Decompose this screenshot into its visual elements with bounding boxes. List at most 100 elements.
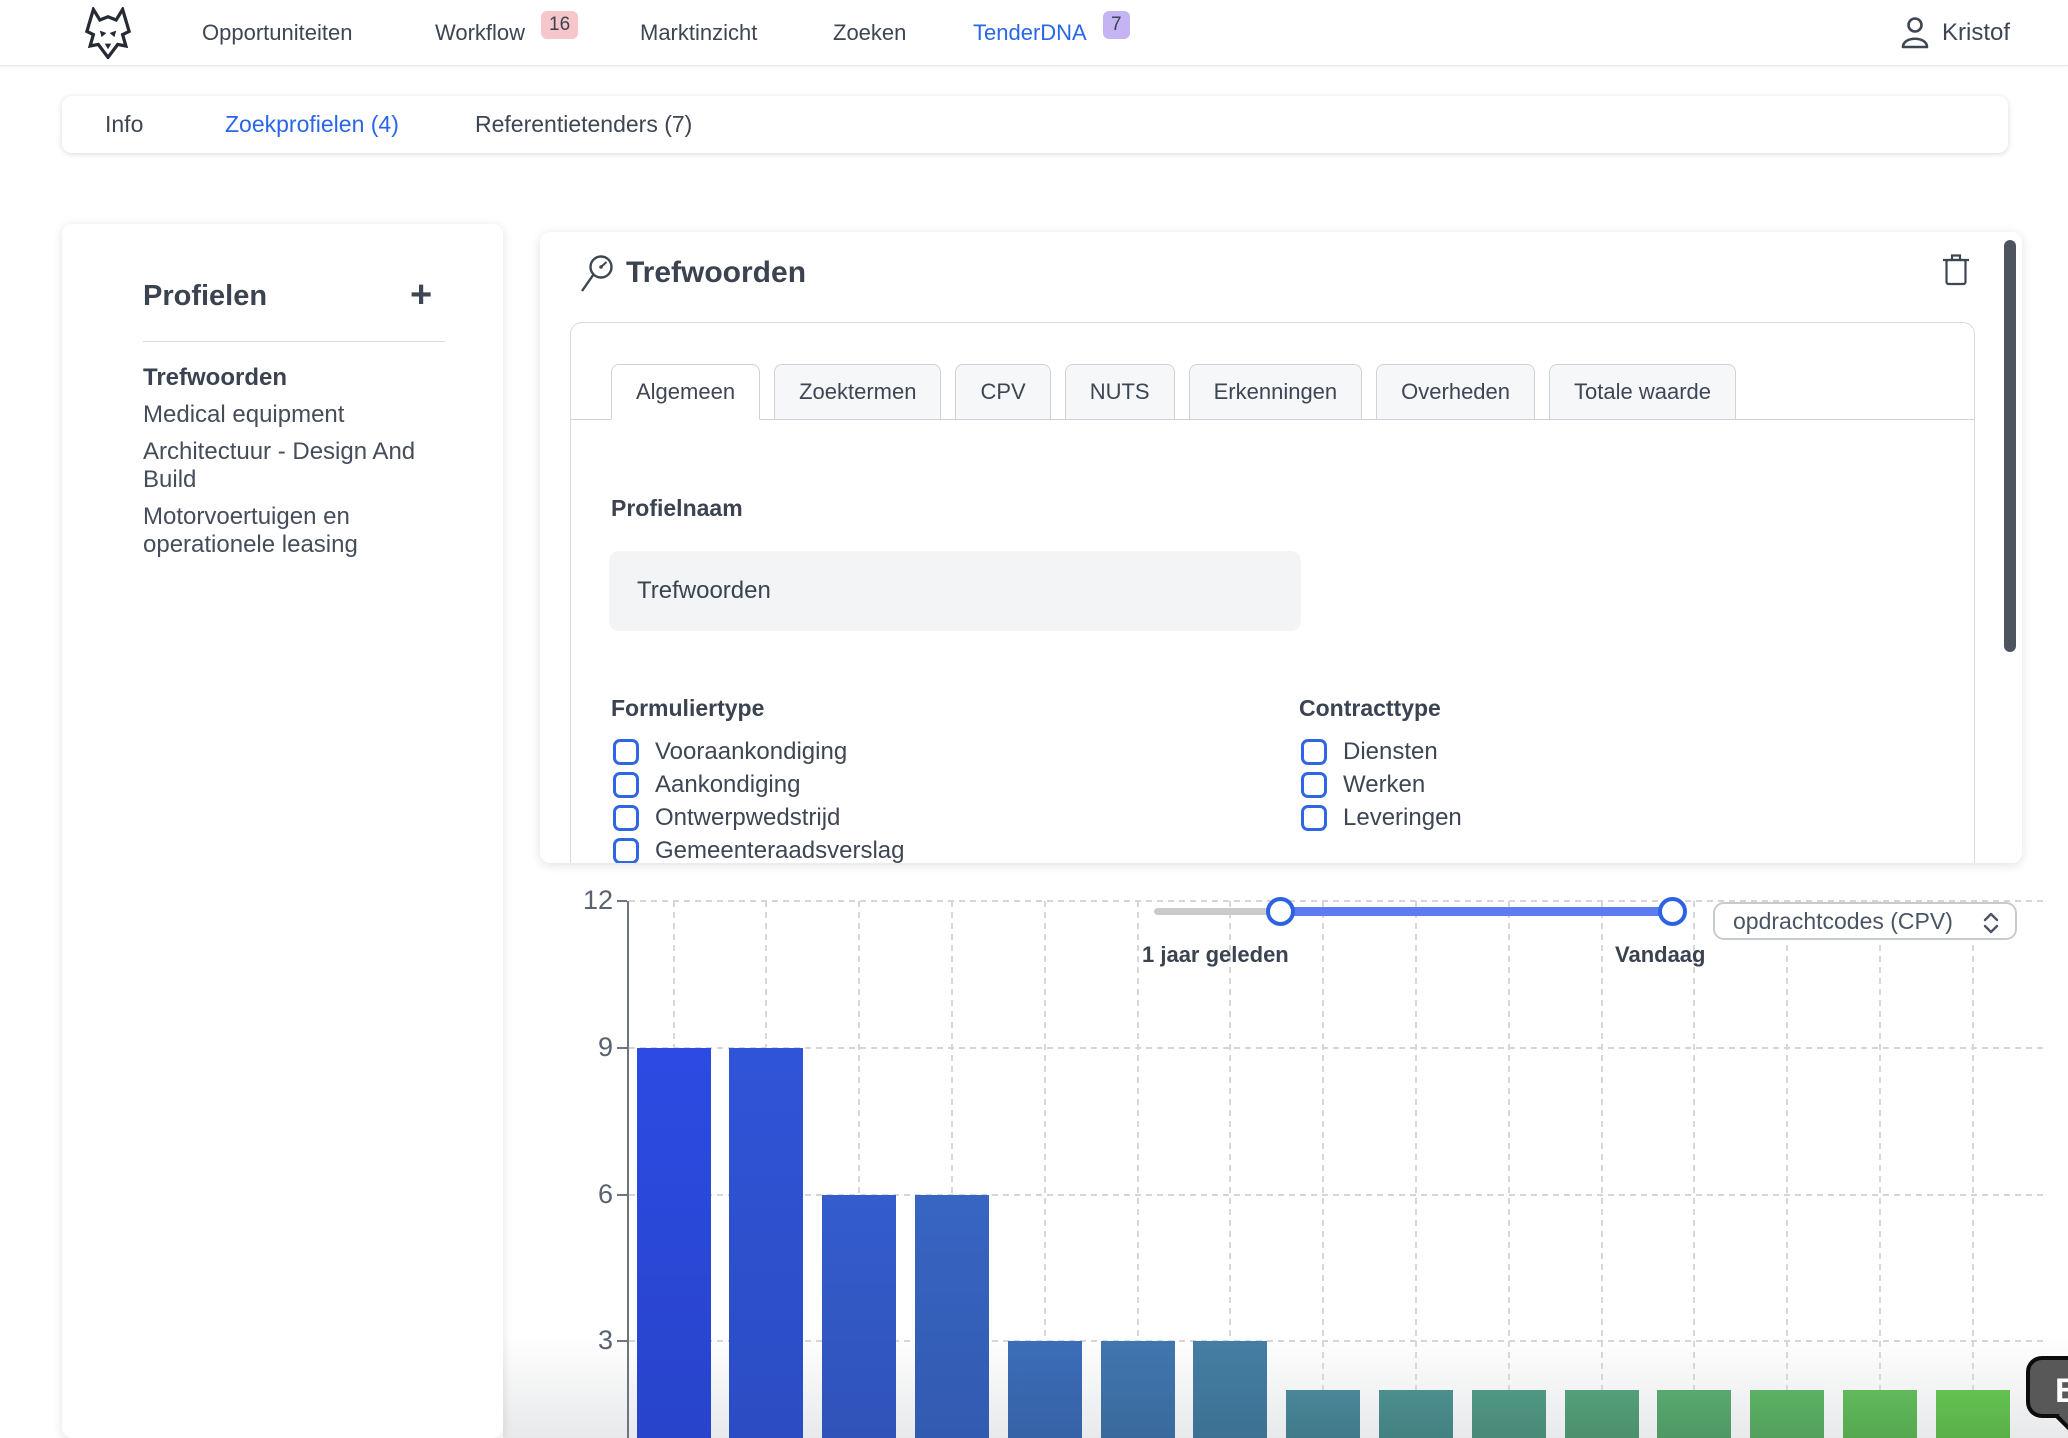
checkbox-leveringen[interactable] bbox=[1301, 805, 1327, 831]
ptab-zoektermen[interactable]: Zoektermen bbox=[774, 364, 941, 420]
formuliertype-options: Vooraankondiging Aankondiging Ontwerpwed… bbox=[613, 737, 904, 863]
checkbox-row-vooraankondiging[interactable]: Vooraankondiging bbox=[613, 737, 904, 766]
profiles-sidebar: Profielen + Trefwoorden Medical equipmen… bbox=[62, 224, 503, 1438]
date-slider-track[interactable] bbox=[1154, 908, 1284, 915]
nav-item-workflow[interactable]: Workflow bbox=[435, 0, 525, 66]
nav-item-marktinzicht[interactable]: Marktinzicht bbox=[640, 0, 757, 66]
profile-tabs: Algemeen Zoektermen CPV NUTS Erkenningen… bbox=[611, 364, 1736, 420]
v-gridline bbox=[1693, 901, 1695, 1438]
workflow-count-badge: 16 bbox=[541, 11, 578, 39]
bar[interactable] bbox=[915, 1195, 989, 1438]
ptab-algemeen[interactable]: Algemeen bbox=[611, 364, 760, 420]
trash-icon[interactable] bbox=[1942, 252, 1974, 288]
date-slider-range[interactable] bbox=[1281, 907, 1673, 916]
ptab-overheden[interactable]: Overheden bbox=[1376, 364, 1535, 420]
profile-list-item-motorvoertuigen[interactable]: Motorvoertuigen en operationele leasing bbox=[143, 503, 451, 559]
checkbox-label: Leveringen bbox=[1343, 804, 1462, 832]
profielnaam-input[interactable]: Trefwoorden bbox=[609, 551, 1301, 631]
bar[interactable] bbox=[1286, 1390, 1360, 1438]
checkbox-label: Werken bbox=[1343, 771, 1425, 799]
profile-list-item-trefwoorden[interactable]: Trefwoorden bbox=[143, 364, 451, 392]
v-gridline bbox=[1786, 901, 1788, 1438]
ptab-nuts[interactable]: NUTS bbox=[1065, 364, 1175, 420]
checkbox-vooraankondiging[interactable] bbox=[613, 739, 639, 765]
section-tabbar: Info Zoekprofielen (4) Referentietenders… bbox=[62, 96, 2008, 153]
profile-list-item-medical-equipment[interactable]: Medical equipment bbox=[143, 401, 451, 429]
bar[interactable] bbox=[1008, 1341, 1082, 1438]
profile-list: Trefwoorden Medical equipment Architectu… bbox=[143, 364, 451, 568]
checkbox-row-ontwerpwedstrijd[interactable]: Ontwerpwedstrijd bbox=[613, 803, 904, 832]
profile-title: Trefwoorden bbox=[626, 256, 806, 290]
person-outline-icon bbox=[1900, 16, 1930, 50]
bar[interactable] bbox=[1379, 1390, 1453, 1438]
y-axis-tick bbox=[617, 1194, 627, 1196]
v-gridline bbox=[1508, 901, 1510, 1438]
checkbox-label: Vooraankondiging bbox=[655, 738, 847, 766]
checkbox-ontwerpwedstrijd[interactable] bbox=[613, 805, 639, 831]
updown-chevron-icon bbox=[1983, 912, 1999, 934]
add-profile-button[interactable]: + bbox=[410, 274, 432, 317]
top-navbar: Opportuniteiten Workflow 16 Marktinzicht… bbox=[0, 0, 2068, 66]
v-gridline bbox=[1879, 901, 1881, 1438]
checkbox-label: Diensten bbox=[1343, 738, 1438, 766]
bar[interactable] bbox=[1565, 1390, 1639, 1438]
bar[interactable] bbox=[1843, 1390, 1917, 1438]
slider-end-label: Vandaag bbox=[1615, 942, 1705, 968]
checkbox-row-gemeenteraadsverslag[interactable]: Gemeenteraadsverslag bbox=[613, 836, 904, 863]
checkbox-row-aankondiging[interactable]: Aankondiging bbox=[613, 770, 904, 799]
nav-item-tenderdna[interactable]: TenderDNA bbox=[973, 0, 1087, 66]
user-menu[interactable]: Kristof bbox=[1900, 0, 2010, 66]
contracttype-options: Diensten Werken Leveringen bbox=[1301, 737, 1462, 832]
checkbox-gemeenteraadsverslag[interactable] bbox=[613, 838, 639, 864]
bar[interactable] bbox=[1101, 1341, 1175, 1438]
formuliertype-label: Formuliertype bbox=[611, 695, 764, 722]
checkbox-row-diensten[interactable]: Diensten bbox=[1301, 737, 1462, 766]
tenderdna-count-badge: 7 bbox=[1103, 11, 1130, 39]
v-gridline bbox=[1415, 901, 1417, 1438]
checkbox-werken[interactable] bbox=[1301, 772, 1327, 798]
checkbox-row-leveringen[interactable]: Leveringen bbox=[1301, 803, 1462, 832]
wolf-logo[interactable] bbox=[82, 7, 134, 59]
date-slider-handle-end[interactable] bbox=[1658, 897, 1687, 926]
ptab-erkenningen[interactable]: Erkenningen bbox=[1189, 364, 1363, 420]
bar[interactable] bbox=[1936, 1390, 2010, 1438]
bar[interactable] bbox=[637, 1048, 711, 1438]
checkbox-label: Aankondiging bbox=[655, 771, 800, 799]
tab-referentietenders[interactable]: Referentietenders (7) bbox=[475, 96, 692, 153]
profile-list-item-architectuur[interactable]: Architectuur - Design And Build bbox=[143, 438, 451, 494]
bar[interactable] bbox=[729, 1048, 803, 1438]
y-axis-tick-label: 12 bbox=[548, 885, 613, 916]
y-axis-tick bbox=[617, 1047, 627, 1049]
y-axis-tick-label: 6 bbox=[548, 1179, 613, 1210]
y-axis-line bbox=[627, 901, 629, 1438]
magnifier-icon bbox=[578, 253, 618, 299]
checkbox-label: Ontwerpwedstrijd bbox=[655, 804, 840, 832]
y-axis-tick bbox=[617, 900, 627, 902]
v-gridline bbox=[1601, 901, 1603, 1438]
tab-info[interactable]: Info bbox=[105, 96, 143, 153]
ptab-cpv[interactable]: CPV bbox=[955, 364, 1050, 420]
date-slider-handle-start[interactable] bbox=[1266, 897, 1295, 926]
checkbox-row-werken[interactable]: Werken bbox=[1301, 770, 1462, 799]
v-gridline bbox=[1972, 901, 1974, 1438]
y-axis-tick-label: 3 bbox=[548, 1325, 613, 1356]
bar[interactable] bbox=[1193, 1341, 1267, 1438]
checkbox-aankondiging[interactable] bbox=[613, 772, 639, 798]
nav-item-opportuniteiten[interactable]: Opportuniteiten bbox=[202, 0, 352, 66]
ptab-totale-waarde[interactable]: Totale waarde bbox=[1549, 364, 1736, 420]
panel-scrollbar-thumb[interactable] bbox=[2004, 240, 2016, 652]
checkbox-diensten[interactable] bbox=[1301, 739, 1327, 765]
contracttype-label: Contracttype bbox=[1299, 695, 1441, 722]
bar[interactable] bbox=[1750, 1390, 1824, 1438]
profile-detail-card: Trefwoorden Algemeen Zoektermen CPV NUTS… bbox=[540, 232, 2022, 863]
chart-type-select[interactable]: opdrachtcodes (CPV) bbox=[1713, 902, 2017, 940]
nav-item-zoeken[interactable]: Zoeken bbox=[833, 0, 906, 66]
checkbox-label: Gemeenteraadsverslag bbox=[655, 837, 904, 864]
bar[interactable] bbox=[1472, 1390, 1546, 1438]
bar[interactable] bbox=[822, 1195, 896, 1438]
bar[interactable] bbox=[1657, 1390, 1731, 1438]
tab-zoekprofielen[interactable]: Zoekprofielen (4) bbox=[225, 96, 399, 153]
feedback-bubble-button[interactable]: B bbox=[2026, 1356, 2068, 1418]
y-axis-tick-label: 9 bbox=[548, 1032, 613, 1063]
v-gridline bbox=[1322, 901, 1324, 1438]
